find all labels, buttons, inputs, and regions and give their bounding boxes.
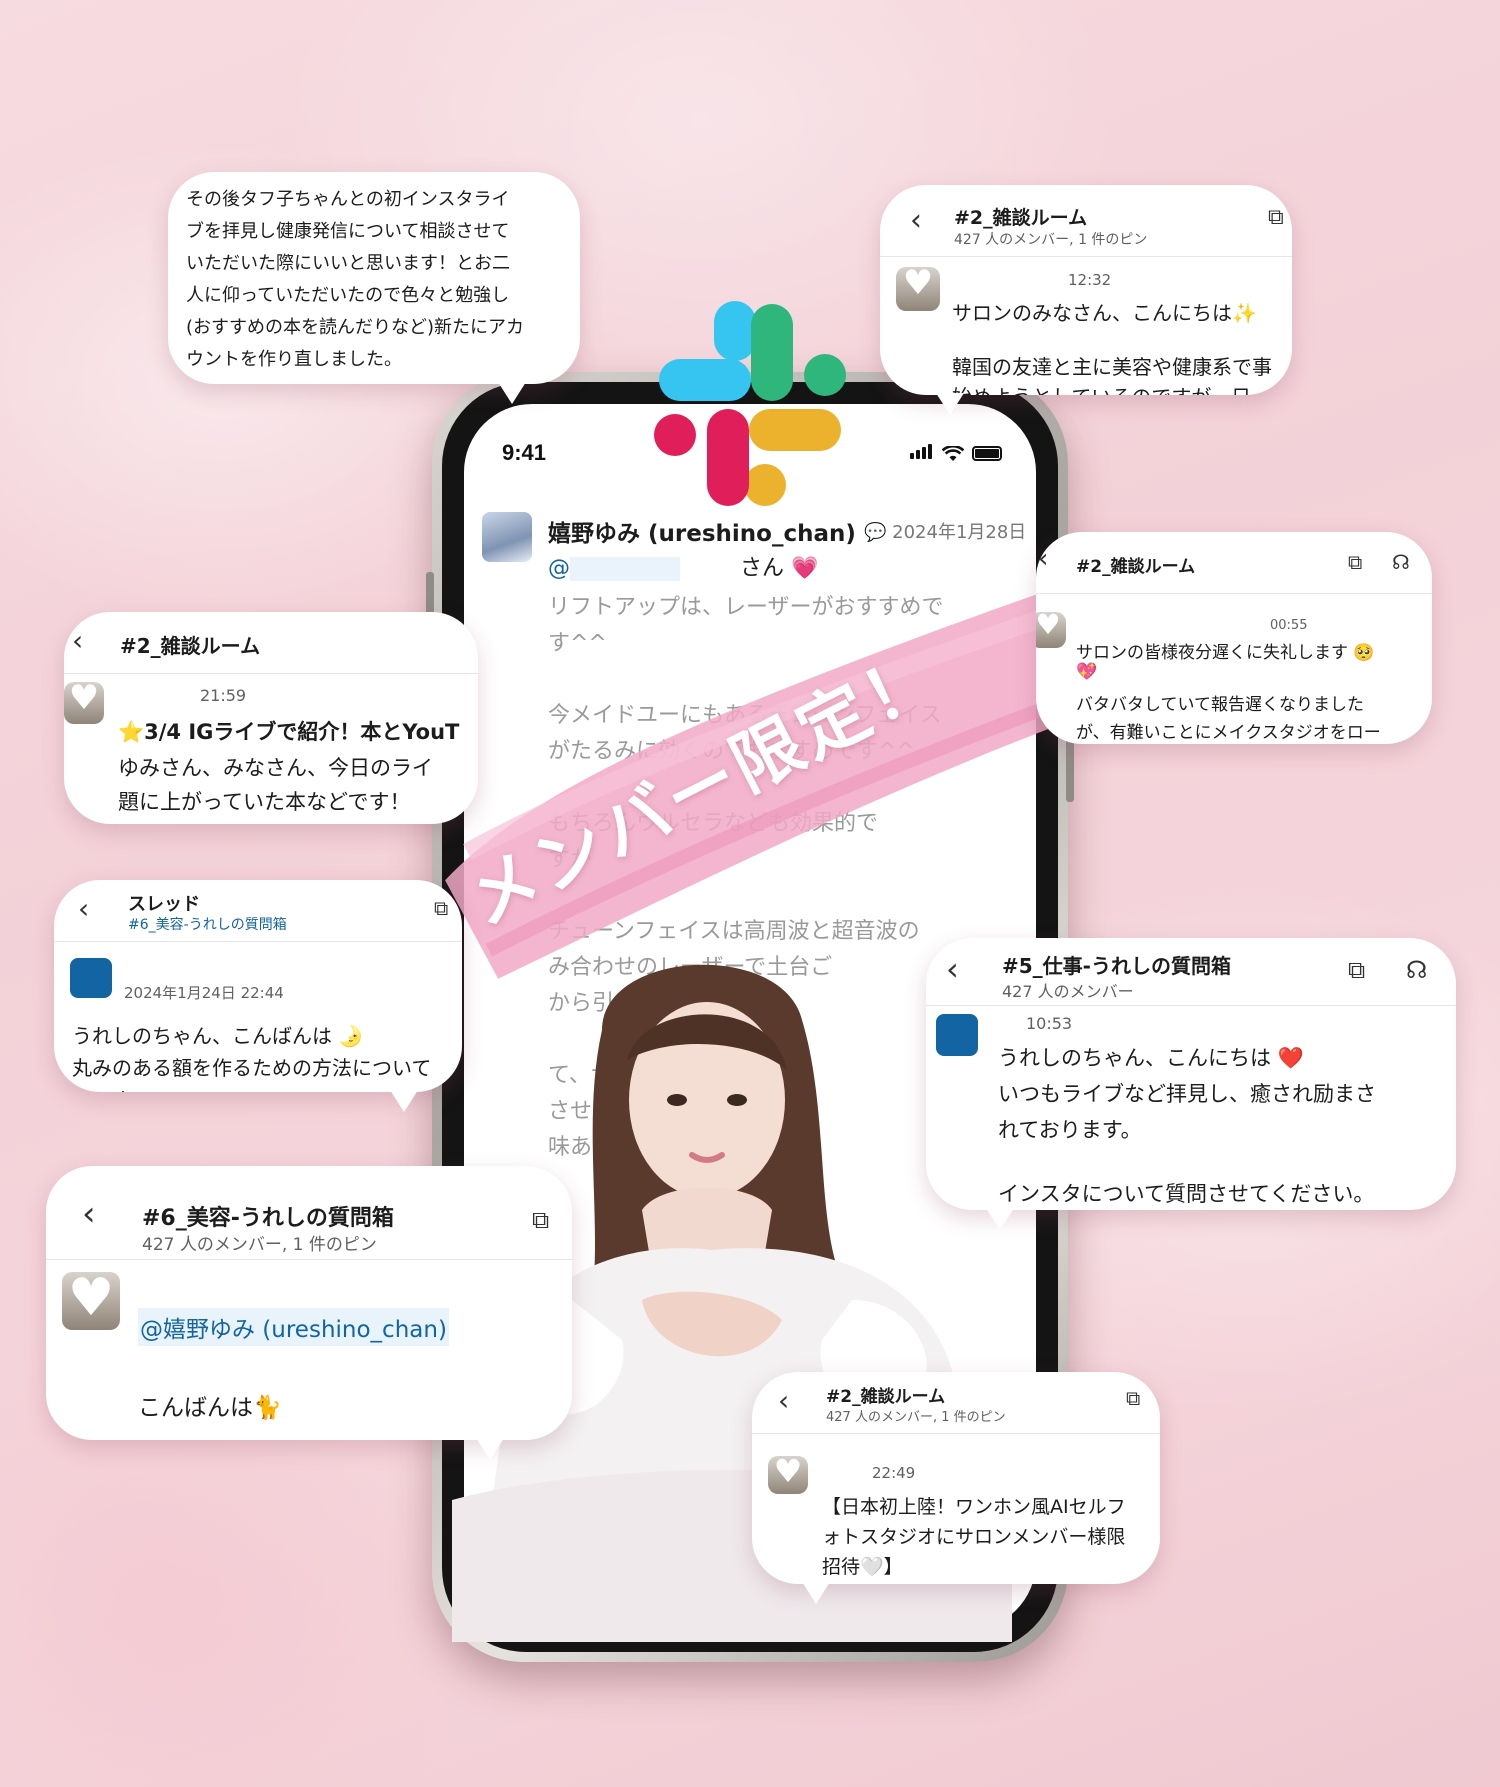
message-line: 韓国の友達と主に美容や健康系で事 — [952, 355, 1272, 379]
thread-compose-icon[interactable]: ⧉ — [1126, 1386, 1140, 1410]
message-line: が、有難いことにメイクスタジオをロー — [1076, 723, 1381, 743]
message-date: 💬 2024年1月28日 — [864, 522, 1027, 543]
avatar[interactable] — [1036, 612, 1066, 648]
thread-compose-icon[interactable]: ⧉ — [1268, 205, 1284, 230]
thread-title: スレッド — [128, 894, 200, 915]
top-right-channel-card: ‹ #2_雑談ルーム 427 人のメンバー, 1 件のピン ⧉ 12:32 サロ… — [880, 185, 1292, 415]
message-time: 12:32 — [1068, 271, 1112, 289]
message-line: 招待🤍】 — [822, 1556, 903, 1578]
heart-emoji: 💗 — [784, 556, 819, 581]
message-line: インスタについて質問させてください。 — [998, 1182, 1375, 1206]
channel-meta: 427 人のメンバー, 1 件のピン — [826, 1410, 1006, 1425]
channel-title[interactable]: #2_雑談ルーム — [826, 1382, 945, 1407]
message-line: 丸みのある額を作るための方法について — [72, 1056, 432, 1080]
battery-icon — [972, 446, 1002, 461]
wifi-icon — [942, 445, 964, 461]
channel-title[interactable]: #2_雑談ルーム — [1076, 552, 1195, 577]
status-icons — [910, 444, 1002, 463]
message-time: 22:49 — [872, 1464, 916, 1482]
mention-blank — [570, 557, 680, 581]
message-line: サロンのみなさん、こんにちは✨ — [952, 301, 1257, 325]
message-time: 2024年1月24日 22:44 — [124, 984, 284, 1002]
post-text: その後タフ子ちゃんとの初インスタライ ブを拝見し健康発信について相談させて いた… — [186, 189, 525, 370]
message-line: ォトスタジオにサロンメンバー様限 — [822, 1526, 1126, 1548]
thread-compose-icon[interactable]: ⧉ — [434, 896, 448, 920]
avatar[interactable] — [896, 267, 940, 311]
message-time: 00:55 — [1270, 618, 1308, 633]
message-line: バタバタしていて報告遅くなりました — [1076, 695, 1364, 715]
avatar[interactable] — [70, 958, 112, 998]
message-line: うれしのちゃん、こんにちは ❤️ — [998, 1046, 1304, 1070]
channel-title[interactable]: #6_美容-うれしの質問箱 — [142, 1200, 394, 1232]
back-chevron-icon[interactable]: ‹ — [946, 950, 959, 988]
message-line: 【日本初上陸！ワンホン風AIセルフ — [822, 1496, 1126, 1518]
back-chevron-icon[interactable]: ‹ — [778, 1384, 789, 1417]
back-chevron-icon[interactable]: ‹ — [910, 203, 922, 238]
thread-compose-icon[interactable]: ⧉ — [1348, 956, 1365, 984]
bottom-channel-card: ‹ #2_雑談ルーム 427 人のメンバー, 1 件のピン ⧉ 22:49 【日… — [752, 1372, 1160, 1604]
channel-meta: 427 人のメンバー, 1 件のピン — [954, 232, 1148, 248]
message-line: 💖 — [1076, 662, 1098, 682]
message-line: 始めようとしているのですが、日 — [952, 381, 1251, 395]
channel-title[interactable]: #5_仕事-うれしの質問箱 — [1002, 950, 1231, 979]
mention-line: @ さん 💗 — [548, 550, 818, 582]
signal-icon — [910, 444, 934, 463]
message-time: 10:53 — [1026, 1014, 1073, 1033]
message-line: いつもライブなど拝見し、癒され励まさ — [998, 1082, 1376, 1106]
avatar[interactable] — [64, 682, 104, 724]
message-line: サロンの皆様夜分遅くに失礼します 🥺 — [1076, 643, 1375, 663]
channel-title[interactable]: #2_雑談ルーム — [120, 630, 260, 659]
sender-avatar[interactable] — [482, 512, 532, 562]
message-line: れております。 — [998, 1118, 1142, 1142]
mention-suffix: さん — [740, 556, 785, 581]
thread-card: ‹ スレッド #6_美容-うれしの質問箱 ⧉ 2024年1月24日 22:44 … — [54, 880, 462, 1112]
slack-logo — [654, 301, 846, 506]
back-chevron-icon[interactable]: ‹ — [78, 892, 89, 925]
headphones-icon[interactable]: ☊ — [1406, 956, 1427, 984]
work-channel-card: ‹ #5_仕事-うれしの質問箱 427 人のメンバー ⧉ ☊ 10:53 うれし… — [926, 938, 1456, 1230]
thread-icon: 💬 — [864, 522, 893, 543]
left-ig-channel-card: ‹ #2_雑談ルーム 21:59 ⭐3/4 IGライブで紹介！本とYouT ゆみ… — [64, 612, 478, 824]
thread-channel[interactable]: #6_美容-うれしの質問箱 — [128, 914, 287, 934]
message-line: 題に上がっていた本などです！ — [118, 790, 411, 814]
message-time: 21:59 — [200, 686, 247, 705]
avatar[interactable] — [936, 1014, 978, 1056]
channel-meta: 427 人のメンバー — [1002, 982, 1134, 1001]
message-line: こんばんは🐈 — [138, 1395, 282, 1421]
back-chevron-icon[interactable]: ‹ — [82, 1194, 96, 1234]
thread-compose-icon[interactable]: ⧉ — [1348, 550, 1362, 574]
channel-meta: 427 人のメンバー, 1 件のピン — [142, 1235, 377, 1255]
back-chevron-icon[interactable]: ‹ — [1038, 544, 1048, 574]
thread-compose-icon[interactable]: ⧉ — [532, 1206, 549, 1234]
avatar[interactable] — [768, 1456, 808, 1494]
message-title: ⭐3/4 IGライブで紹介！本とYouT — [118, 720, 460, 744]
mention-prefix[interactable]: @ — [548, 556, 570, 581]
channel-title[interactable]: #2_雑談ルーム — [954, 203, 1087, 230]
message-line: いです！ — [72, 1084, 151, 1092]
mid-right-channel-card: ‹ #2_雑談ルーム ⧉ ☊ 00:55 サロンの皆様夜分遅くに失礼します 🥺 … — [1036, 532, 1432, 744]
post-text-card: その後タフ子ちゃんとの初インスタライ ブを拝見し健康発信について相談させて いた… — [168, 172, 580, 404]
message-line: うれしのちゃん、こんばんは 🌛 — [72, 1024, 364, 1048]
back-chevron-icon[interactable]: ‹ — [72, 624, 83, 657]
mention-tag[interactable]: @嬉野ゆみ (ureshino_chan) — [138, 1308, 449, 1346]
status-time: 9:41 — [502, 440, 547, 465]
avatar[interactable] — [62, 1272, 120, 1330]
message-line: ゆみさん、みなさん、今日のライ — [118, 756, 433, 780]
headphones-icon[interactable]: ☊ — [1392, 550, 1410, 574]
beauty-channel-card: ‹ #6_美容-うれしの質問箱 427 人のメンバー, 1 件のピン ⧉ @嬉野… — [46, 1166, 572, 1460]
